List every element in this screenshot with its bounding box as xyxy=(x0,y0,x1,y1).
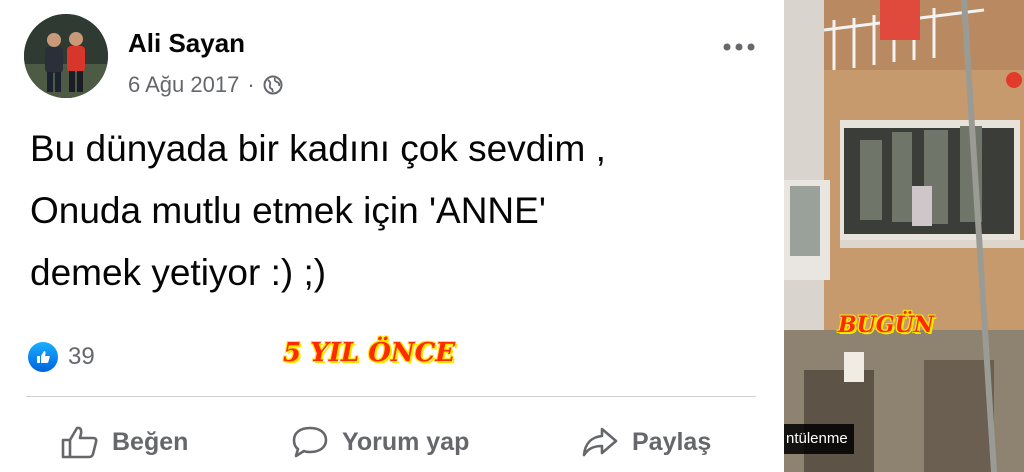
comment-label: Yorum yap xyxy=(342,427,470,456)
post-text-line: Bu dünyada bir kadını çok sevdim , xyxy=(30,128,606,169)
avatar[interactable] xyxy=(24,14,108,98)
meta-separator: · xyxy=(247,72,255,97)
author-name[interactable]: Ali Sayan xyxy=(128,28,245,59)
share-button[interactable]: Paylaş xyxy=(580,424,711,460)
post-text-line: demek yetiyor :) ;) xyxy=(30,252,327,293)
post-meta: 6 Ağu 2017 · xyxy=(128,72,283,98)
avatar-photo xyxy=(24,14,108,98)
reaction-summary[interactable]: 39 xyxy=(28,342,95,372)
globe-icon xyxy=(263,75,283,95)
post-text-line: Onuda mutlu etmek için 'ANNE' xyxy=(30,190,546,231)
more-options-icon[interactable] xyxy=(722,28,756,59)
share-label: Paylaş xyxy=(632,427,712,456)
divider xyxy=(26,396,756,397)
comment-button[interactable]: Yorum yap xyxy=(290,424,469,460)
thumbs-up-icon xyxy=(28,342,58,372)
post-actions: Beğen Yorum yap Paylaş xyxy=(0,410,784,470)
like-count: 39 xyxy=(68,343,95,370)
news-photo xyxy=(784,0,1024,472)
share-icon xyxy=(580,424,620,460)
post-text: Bu dünyada bir kadını çok sevdim , Onuda… xyxy=(30,118,606,304)
facebook-post-card: Ali Sayan 6 Ağu 2017 · Bu dünyada bir ka… xyxy=(0,0,784,472)
comment-icon xyxy=(290,424,330,460)
like-icon xyxy=(60,424,100,460)
video-view-caption: ntülenme xyxy=(784,424,854,454)
like-label: Beğen xyxy=(112,427,189,456)
now-overlay-label: BUGÜN xyxy=(838,312,934,338)
post-date[interactable]: 6 Ağu 2017 xyxy=(128,72,239,98)
building-photo xyxy=(784,0,1024,472)
like-button[interactable]: Beğen xyxy=(60,424,188,460)
past-overlay-label: 5 YIL ÖNCE xyxy=(283,338,456,368)
